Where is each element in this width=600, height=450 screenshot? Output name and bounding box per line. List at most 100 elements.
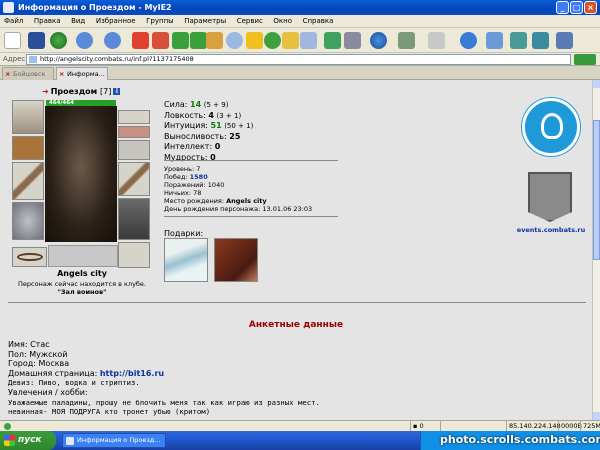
gift-book-icon[interactable] [214,238,258,282]
proxy-globe-icon[interactable] [370,32,387,49]
mail-icon[interactable] [428,32,445,49]
menu-tools[interactable]: Сервис [233,15,267,28]
status-memory: 725M [580,421,600,431]
info-level: Уровень: 7 [164,165,201,173]
menu-window[interactable]: Окно [269,15,296,28]
tools-icon[interactable] [324,32,341,49]
address-input[interactable]: http://angelscity.combats.ru/inf.pl?1137… [26,54,571,65]
status-count: ▪ 0 [410,421,438,431]
character-name[interactable]: Проездом [51,87,98,96]
menu-groups[interactable]: Группы [142,15,178,28]
close-button[interactable]: × [584,1,597,14]
menu-file[interactable]: Файл [0,15,27,28]
stats-divider [164,160,338,161]
scroll-thumb[interactable] [593,120,600,260]
settings-icon[interactable] [556,32,573,49]
menu-edit[interactable]: Правка [30,15,65,28]
profile-title: Анкетные данные [248,320,344,330]
groups-icon[interactable] [300,32,317,49]
panel-icon[interactable] [532,32,549,49]
window-title: Информация о Проездом - MyIE2 [18,3,172,12]
tile-icon[interactable] [486,32,503,49]
tab-fight[interactable]: × Бойцовск [2,67,54,80]
browser-app-icon [3,2,14,13]
gifts-label: Подарки: [164,229,204,238]
scroll-down-icon[interactable] [593,412,600,420]
download-icon[interactable] [398,32,415,49]
dropdown-arrow-icon[interactable] [344,32,361,49]
status-ip: 85.140.224.148 [506,421,561,431]
menu-options[interactable]: Параметры [180,15,230,28]
scroll-up-icon[interactable] [593,80,600,88]
ghost-icon [541,113,563,139]
events-site-link[interactable]: events.combats.ru [512,226,590,234]
undo-icon[interactable] [460,32,477,49]
taskbar-item-browser[interactable]: Информация о Проезд... [62,433,166,448]
amulet-slot[interactable] [118,126,150,138]
menu-help[interactable]: Справка [299,15,338,28]
go-button[interactable] [574,54,596,65]
stop-all-icon[interactable] [152,32,169,49]
vertical-scrollbar[interactable] [592,80,600,420]
search-icon[interactable] [226,32,243,49]
stat-agility: Ловкость: 4 (3 + 1) [164,110,242,120]
menu-bar: Файл Правка Вид Избранное Группы Парамет… [0,15,600,28]
events-banner-icon[interactable] [528,172,572,222]
tab-info[interactable]: × Информа... [56,67,108,80]
minimize-button[interactable]: _ [556,1,569,14]
stat-wisdom: Мудрость: 0 [164,152,216,162]
home-icon[interactable] [206,32,223,49]
stats-block: Сила: 14 (5 + 9) Ловкость: 4 (3 + 1) Инт… [164,100,253,163]
address-bar: Адрес http://angelscity.combats.ru/inf.p… [0,53,600,66]
profile-hobbies-label: Увлечения / хобби: [8,387,88,397]
menu-view[interactable]: Вид [67,15,89,28]
align-arrow-icon: ➔ [42,87,49,96]
location-text: Персонаж сейчас находится в клубе. [18,280,146,288]
profile-hobbies-line1: Уважаемые паладины, прошу не блочить мен… [8,397,320,407]
weapon-left-slot[interactable] [12,162,44,200]
ring-slots[interactable] [118,110,150,124]
armor-slot[interactable] [12,202,44,240]
save-icon[interactable] [28,32,45,49]
refresh-all-icon[interactable] [190,32,207,49]
forward-icon[interactable] [104,32,121,49]
tab-label: Бойцовск [13,70,46,78]
homepage-link[interactable]: http://bit16.ru [100,369,164,378]
globe-icon[interactable] [50,32,67,49]
windows-flag-icon [4,435,15,446]
refresh-icon[interactable] [172,32,189,49]
cascade-icon[interactable] [510,32,527,49]
favorites-star-icon[interactable] [246,32,263,49]
start-button[interactable]: пуск [0,431,56,450]
status-done-icon [4,423,11,430]
new-page-icon[interactable] [4,32,21,49]
info-icon[interactable]: i [113,88,121,95]
browser-task-icon [66,437,74,445]
clan-emblem-icon[interactable] [522,98,580,156]
toolbar [0,28,600,53]
tab-bar: × Бойцовск × Информа... [0,66,600,80]
maximize-button[interactable]: □ [570,1,583,14]
belt-slot[interactable] [12,247,47,267]
menu-favorites[interactable]: Избранное [92,15,140,28]
bracer-slot[interactable] [12,136,44,160]
close-tab-icon[interactable]: × [59,68,64,80]
history-icon[interactable] [264,32,281,49]
weapon-right-slot[interactable] [118,162,150,196]
back-icon[interactable] [76,32,93,49]
gloves-slot[interactable] [118,140,150,160]
page-icon [29,56,37,63]
gift-card-icon[interactable] [164,238,208,282]
profile-homepage: Домашняя страница: http://bit16.ru [8,368,165,378]
boots-slot[interactable] [118,242,150,268]
watermark: photo.scrolls.combats.com [440,433,600,446]
belt-icon [17,253,43,261]
info-divider [164,216,338,217]
helmet-slot[interactable] [12,100,44,134]
folder-icon[interactable] [282,32,299,49]
close-tab-icon[interactable]: × [5,68,10,80]
stop-icon[interactable] [132,32,149,49]
stat-strength: Сила: 14 (5 + 9) [164,100,229,109]
legs-slot[interactable] [118,198,150,240]
nameplate-ornament [48,245,118,267]
